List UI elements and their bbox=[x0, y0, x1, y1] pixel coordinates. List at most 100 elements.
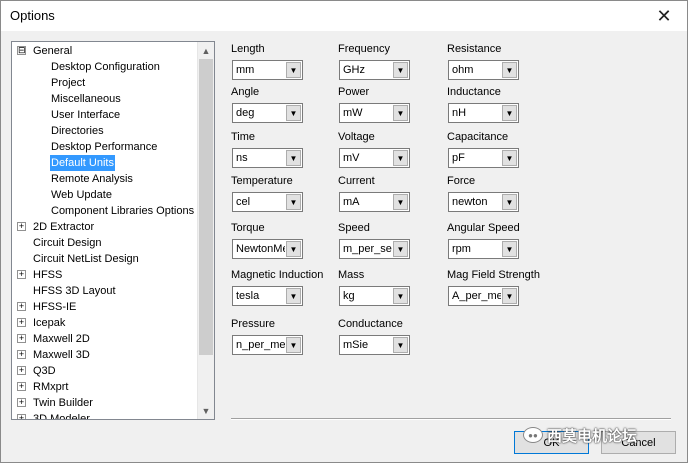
chevron-down-icon[interactable]: ▼ bbox=[393, 62, 408, 78]
chevron-down-icon[interactable]: ▼ bbox=[393, 288, 408, 304]
pressure-select[interactable]: n_per_me ▼ bbox=[232, 335, 303, 355]
angle-value: deg bbox=[236, 107, 255, 119]
chevron-down-icon: ▼ bbox=[201, 405, 211, 416]
mass-value: kg bbox=[343, 290, 355, 302]
chevron-down-icon[interactable]: ▼ bbox=[286, 150, 301, 166]
tree-item-label: Desktop Performance bbox=[51, 141, 158, 153]
chevron-down-icon[interactable]: ▼ bbox=[286, 194, 301, 210]
tree-item-label: Directories bbox=[51, 125, 104, 137]
voltage-value: mV bbox=[343, 152, 360, 164]
tree-scrollbar[interactable]: ▲ ▼ bbox=[197, 42, 214, 419]
power-label: Power bbox=[338, 86, 370, 98]
frequency-select[interactable]: GHz ▼ bbox=[339, 60, 410, 80]
expand-icon[interactable]: + bbox=[17, 334, 26, 343]
time-select[interactable]: ns ▼ bbox=[232, 148, 303, 168]
scroll-down-button[interactable]: ▼ bbox=[198, 402, 214, 419]
expand-icon[interactable]: + bbox=[17, 222, 26, 231]
force-select[interactable]: newton ▼ bbox=[448, 192, 519, 212]
angular-speed-label: Angular Speed bbox=[447, 222, 520, 234]
power-select[interactable]: mW ▼ bbox=[339, 103, 410, 123]
time-value: ns bbox=[236, 152, 248, 164]
mass-label: Mass bbox=[338, 269, 365, 281]
tree-item-label: Miscellaneous bbox=[51, 93, 121, 105]
speed-value: m_per_sec bbox=[343, 243, 392, 255]
chevron-down-icon[interactable]: ▼ bbox=[393, 150, 408, 166]
resistance-value: ohm bbox=[452, 64, 474, 76]
expand-icon[interactable]: + bbox=[17, 398, 26, 407]
tree-item-label: HFSS-IE bbox=[33, 301, 77, 313]
magnetic-induction-value: tesla bbox=[236, 290, 260, 302]
title-bar: Options ✕ bbox=[1, 1, 687, 31]
tree-item-label: Icepak bbox=[33, 317, 66, 329]
chevron-down-icon[interactable]: ▼ bbox=[502, 194, 517, 210]
length-value: mm bbox=[236, 64, 255, 76]
expand-icon[interactable]: + bbox=[17, 270, 26, 279]
expand-icon[interactable]: + bbox=[17, 350, 26, 359]
chevron-down-icon[interactable]: ▼ bbox=[393, 194, 408, 210]
tree-item-label: Maxwell 2D bbox=[33, 333, 90, 345]
chevron-down-icon[interactable]: ▼ bbox=[286, 241, 301, 257]
wechat-icon: ●● bbox=[523, 427, 543, 443]
tree-item-label: Default Units bbox=[50, 155, 115, 171]
expand-icon[interactable]: + bbox=[17, 414, 26, 419]
chevron-down-icon[interactable]: ▼ bbox=[502, 105, 517, 121]
torque-select[interactable]: NewtonMe ▼ bbox=[232, 239, 303, 259]
chevron-down-icon[interactable]: ▼ bbox=[286, 105, 301, 121]
conductance-select[interactable]: mSie ▼ bbox=[339, 335, 410, 355]
chevron-down-icon[interactable]: ▼ bbox=[502, 62, 517, 78]
expand-icon[interactable]: + bbox=[17, 302, 26, 311]
chevron-down-icon[interactable]: ▼ bbox=[502, 150, 517, 166]
tree-item-label: Remote Analysis bbox=[51, 173, 133, 185]
watermark-text: 西莫电机论坛 bbox=[547, 427, 638, 445]
tree-item-label: Desktop Configuration bbox=[51, 61, 160, 73]
conductance-label: Conductance bbox=[338, 318, 403, 330]
options-tree[interactable]: ⊟ General Desktop Configuration Project … bbox=[11, 41, 215, 420]
chevron-down-icon[interactable]: ▼ bbox=[286, 337, 301, 353]
collapse-icon[interactable]: ⊟ bbox=[17, 46, 26, 55]
frequency-value: GHz bbox=[343, 64, 365, 76]
magnetic-induction-label: Magnetic Induction bbox=[231, 269, 324, 281]
length-select[interactable]: mm ▼ bbox=[232, 60, 303, 80]
chevron-down-icon[interactable]: ▼ bbox=[286, 62, 301, 78]
magnetic-induction-select[interactable]: tesla ▼ bbox=[232, 286, 303, 306]
scroll-up-button[interactable]: ▲ bbox=[198, 42, 214, 59]
window-title: Options bbox=[10, 8, 55, 23]
angle-select[interactable]: deg ▼ bbox=[232, 103, 303, 123]
scroll-thumb[interactable] bbox=[199, 59, 213, 355]
temperature-select[interactable]: cel ▼ bbox=[232, 192, 303, 212]
mag-field-strength-select[interactable]: A_per_me ▼ bbox=[448, 286, 519, 306]
chevron-down-icon[interactable]: ▼ bbox=[393, 337, 408, 353]
inductance-select[interactable]: nH ▼ bbox=[448, 103, 519, 123]
tree-item-label: Component Libraries Options bbox=[51, 205, 195, 217]
expand-icon[interactable]: + bbox=[17, 366, 26, 375]
current-value: mA bbox=[343, 196, 360, 208]
chevron-down-icon[interactable]: ▼ bbox=[502, 288, 517, 304]
watermark: ●● 西莫电机论坛 bbox=[523, 423, 637, 447]
chevron-down-icon[interactable]: ▼ bbox=[393, 241, 408, 257]
expand-icon[interactable]: + bbox=[17, 318, 26, 327]
mag-field-strength-label: Mag Field Strength bbox=[447, 269, 540, 281]
current-select[interactable]: mA ▼ bbox=[339, 192, 410, 212]
tree-item-label: Q3D bbox=[33, 365, 56, 377]
capacitance-select[interactable]: pF ▼ bbox=[448, 148, 519, 168]
length-label: Length bbox=[231, 43, 265, 55]
torque-label: Torque bbox=[231, 222, 265, 234]
resistance-select[interactable]: ohm ▼ bbox=[448, 60, 519, 80]
pressure-label: Pressure bbox=[231, 318, 276, 330]
close-button[interactable]: ✕ bbox=[641, 1, 687, 31]
temperature-value: cel bbox=[236, 196, 251, 208]
mass-select[interactable]: kg ▼ bbox=[339, 286, 410, 306]
temperature-label: Temperature bbox=[231, 175, 293, 187]
speed-select[interactable]: m_per_sec ▼ bbox=[339, 239, 410, 259]
chevron-down-icon[interactable]: ▼ bbox=[393, 105, 408, 121]
torque-value: NewtonMe bbox=[236, 243, 285, 255]
inductance-label: Inductance bbox=[447, 86, 501, 98]
tree-item-label: User Interface bbox=[51, 109, 121, 121]
chevron-down-icon[interactable]: ▼ bbox=[286, 288, 301, 304]
time-label: Time bbox=[231, 131, 256, 143]
force-value: newton bbox=[452, 196, 488, 208]
angular-speed-select[interactable]: rpm ▼ bbox=[448, 239, 519, 259]
chevron-down-icon[interactable]: ▼ bbox=[502, 241, 517, 257]
voltage-select[interactable]: mV ▼ bbox=[339, 148, 410, 168]
expand-icon[interactable]: + bbox=[17, 382, 26, 391]
